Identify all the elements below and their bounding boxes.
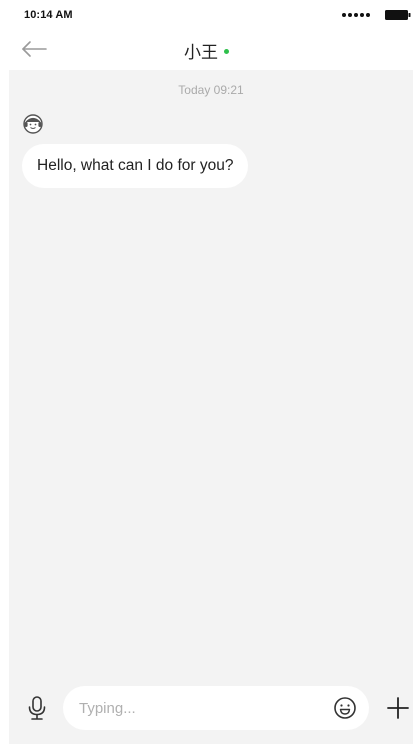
chat-area[interactable]: Today 09:21 Hello, what can I do for you… (9, 70, 413, 684)
page-title: 小王 (184, 43, 218, 62)
nav-bar: 小王 (0, 28, 413, 70)
emoji-button[interactable] (333, 696, 357, 720)
voice-input-button[interactable] (23, 694, 51, 722)
chat-screen: 10:14 AM 小王 Today 09:21 Hello, what can … (0, 0, 413, 744)
message-timestamp: Today 09:21 (178, 83, 244, 97)
microphone-icon (28, 696, 46, 720)
status-bar: 10:14 AM (0, 0, 413, 28)
agent-avatar-icon (23, 114, 43, 134)
smiley-icon (334, 697, 356, 719)
signal-dots-icon (342, 13, 370, 17)
message-input[interactable] (63, 686, 369, 730)
battery-icon (385, 10, 411, 20)
input-bar (9, 684, 413, 744)
status-time: 10:14 AM (24, 9, 73, 21)
message-bubble[interactable]: Hello, what can I do for you? (22, 144, 249, 188)
page-title-group: 小王 (0, 38, 413, 63)
online-status-dot (224, 49, 229, 55)
plus-icon (387, 697, 409, 719)
add-attachment-button[interactable] (385, 695, 411, 721)
